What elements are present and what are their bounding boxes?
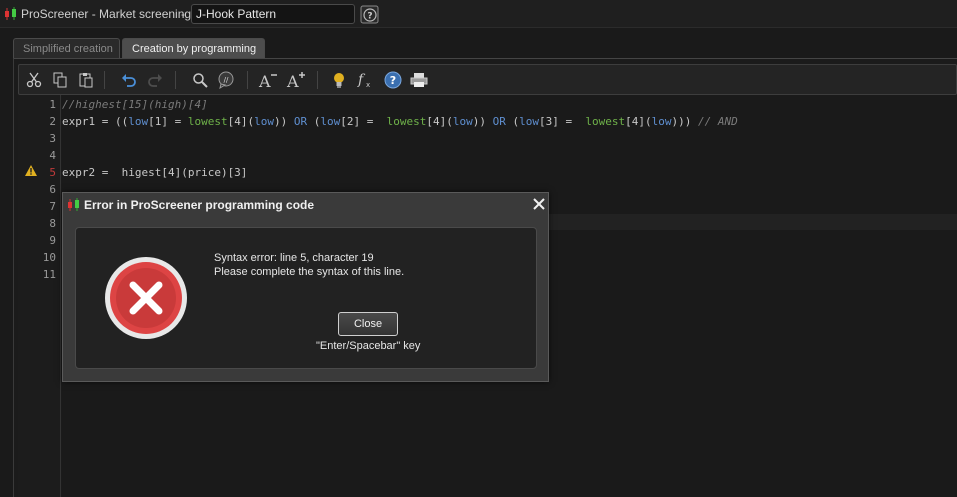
line-number: 1 — [49, 98, 56, 111]
editor-toolbar: // A A fx ? — [18, 64, 957, 95]
line-number: 9 — [49, 234, 56, 247]
help-circle-icon[interactable]: ? — [382, 69, 404, 91]
svg-text://: // — [224, 76, 229, 84]
print-icon[interactable] — [408, 69, 430, 91]
svg-text:f: f — [357, 72, 366, 88]
code-line-2: expr1 = ((low[1] = lowest[4](low)) OR (l… — [62, 115, 738, 128]
keyboard-hint: "Enter/Spacebar" key — [316, 340, 421, 352]
search-icon[interactable] — [189, 69, 211, 91]
window-title: ProScreener - Market screening — [21, 7, 192, 21]
svg-text:x: x — [366, 81, 370, 89]
svg-text:?: ? — [390, 74, 396, 87]
svg-text:A: A — [258, 72, 271, 89]
line-number: 6 — [49, 183, 56, 196]
error-message-location: Syntax error: line 5, character 19 — [214, 252, 374, 264]
tab-simplified-creation[interactable]: Simplified creation — [13, 38, 120, 58]
svg-text:?: ? — [367, 12, 372, 22]
current-line-highlight — [537, 214, 957, 230]
cut-icon[interactable] — [23, 69, 45, 91]
font-increase-icon[interactable]: A — [285, 69, 307, 91]
paste-icon[interactable] — [75, 69, 97, 91]
close-button[interactable]: Close — [338, 312, 398, 336]
line-number: 2 — [49, 115, 56, 128]
candlestick-app-icon — [5, 7, 16, 20]
error-message-hint: Please complete the syntax of this line. — [214, 266, 405, 278]
dialog-title-bar[interactable]: Error in ProScreener programming code — [63, 193, 548, 215]
dialog-title: Error in ProScreener programming code — [84, 198, 315, 212]
tab-creation-by-programming[interactable]: Creation by programming — [122, 38, 265, 58]
candlestick-app-icon — [68, 198, 79, 211]
code-line-1: //highest[15](high)[4] — [62, 98, 208, 111]
line-number: 10 — [42, 251, 56, 264]
error-icon — [105, 257, 187, 339]
help-book-icon[interactable]: ? — [360, 5, 379, 24]
warning-icon[interactable] — [25, 165, 37, 176]
close-icon[interactable] — [531, 196, 547, 212]
line-number: 11 — [42, 268, 56, 281]
undo-icon[interactable] — [118, 69, 140, 91]
title-bar: ProScreener - Market screening - ? — [0, 0, 957, 28]
comment-icon[interactable]: // — [215, 69, 237, 91]
dialog-body: Syntax error: line 5, character 19 Pleas… — [75, 227, 537, 369]
title-separator: - — [181, 7, 185, 21]
line-number-error: 5 — [49, 166, 56, 179]
line-number: 3 — [49, 132, 56, 145]
function-icon[interactable]: fx — [354, 69, 376, 91]
idea-lightbulb-icon[interactable] — [328, 69, 350, 91]
font-decrease-icon[interactable]: A — [257, 69, 279, 91]
screener-name-input[interactable] — [191, 4, 355, 24]
code-line-5: expr2 = higest[4](price)[3] — [62, 166, 248, 179]
svg-text:A: A — [286, 72, 299, 89]
error-dialog: Error in ProScreener programming code Sy… — [62, 192, 549, 382]
line-number: 4 — [49, 149, 56, 162]
redo-icon[interactable] — [144, 69, 166, 91]
copy-icon[interactable] — [49, 69, 71, 91]
line-number: 8 — [49, 217, 56, 230]
line-number: 7 — [49, 200, 56, 213]
